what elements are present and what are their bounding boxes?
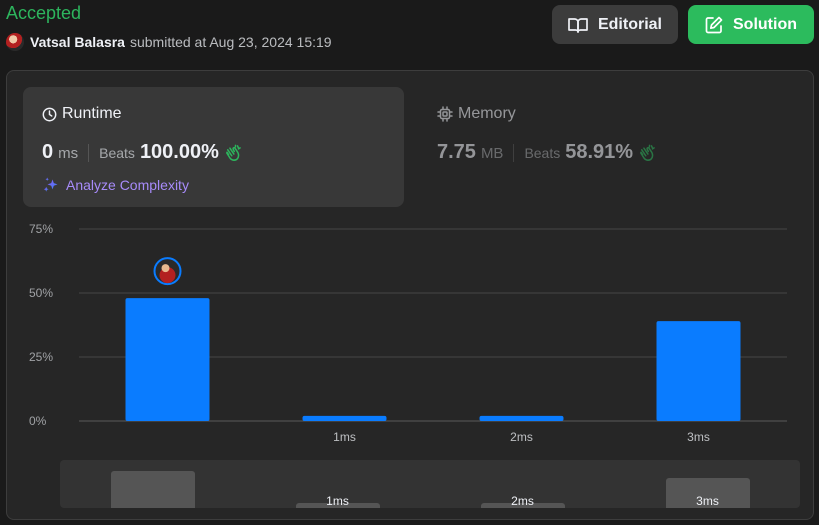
solution-button[interactable]: Solution <box>688 5 814 44</box>
memory-metric: 7.75 MB Beats 58.91% <box>437 141 656 164</box>
navigator-bar <box>110 471 195 508</box>
navigator-label: 3ms <box>696 494 719 508</box>
runtime-title-text: Runtime <box>62 105 122 122</box>
runtime-metric: 0 ms Beats 100.00% <box>42 141 242 164</box>
clap-icon <box>225 144 241 161</box>
memory-beats-label: Beats <box>524 145 561 161</box>
runtime-unit: ms <box>58 145 79 162</box>
submitter-line: Vatsal Balasra submitted at Aug 23, 2024… <box>6 33 332 51</box>
book-open-icon <box>568 17 588 33</box>
chip-icon <box>437 106 453 122</box>
x-tick-label: 2ms <box>510 430 533 444</box>
solution-label: Solution <box>733 15 797 33</box>
chart-bar[interactable] <box>302 415 387 421</box>
editorial-label: Editorial <box>597 15 662 33</box>
memory-beats-percent: 58.91% <box>565 141 634 163</box>
runtime-title: Runtime <box>42 105 122 123</box>
memory-unit: MB <box>480 145 504 162</box>
runtime-distribution-chart: 0% 25% 50% 75% 1ms 2ms 3ms <box>7 221 815 446</box>
chart-bar[interactable] <box>479 415 564 421</box>
runtime-card[interactable]: Runtime 0 ms Beats 100.00% Analyze Compl… <box>23 87 404 207</box>
y-tick-label: 25% <box>29 350 54 364</box>
y-tick-label: 0% <box>29 414 47 428</box>
navigator-label: 2ms <box>511 494 534 508</box>
analyze-complexity-label: Analyze Complexity <box>66 177 189 193</box>
chart-range-navigator[interactable]: 1ms 2ms 3ms <box>60 460 800 508</box>
y-tick-label: 75% <box>29 222 54 236</box>
metric-divider <box>88 143 90 162</box>
metric-divider <box>513 143 515 162</box>
chart-bar[interactable] <box>656 321 741 421</box>
chart-canvas <box>79 228 787 422</box>
result-panel: Runtime 0 ms Beats 100.00% Analyze Compl… <box>6 70 814 520</box>
y-tick-label: 50% <box>29 286 54 300</box>
memory-card[interactable]: Memory 7.75 MB Beats 58.91% <box>437 87 797 207</box>
memory-value: 7.75 <box>437 141 476 163</box>
clock-icon <box>42 107 57 121</box>
memory-title: Memory <box>437 105 516 123</box>
result-header: Accepted Vatsal Balasra submitted at Aug… <box>0 0 819 62</box>
user-name-link[interactable]: Vatsal Balasra <box>30 34 125 50</box>
analyze-complexity-link[interactable]: Analyze Complexity <box>42 176 189 194</box>
runtime-beats-percent: 100.00% <box>139 141 219 163</box>
x-tick-label: 1ms <box>333 430 356 444</box>
navigator-label: 1ms <box>326 494 349 508</box>
user-avatar[interactable] <box>6 33 24 51</box>
status-accepted: Accepted <box>6 3 82 23</box>
submitted-timestamp: submitted at Aug 23, 2024 15:19 <box>129 34 332 50</box>
sparkle-icon <box>43 177 58 192</box>
x-tick-label: 3ms <box>687 430 710 444</box>
your-submission-avatar[interactable] <box>153 257 182 286</box>
runtime-value: 0 <box>42 141 54 163</box>
chart-bar[interactable] <box>125 298 210 421</box>
edit-icon <box>705 16 723 33</box>
clap-icon <box>640 144 655 161</box>
runtime-beats-label: Beats <box>99 145 135 161</box>
memory-title-text: Memory <box>458 105 516 122</box>
editorial-button[interactable]: Editorial <box>552 5 678 44</box>
